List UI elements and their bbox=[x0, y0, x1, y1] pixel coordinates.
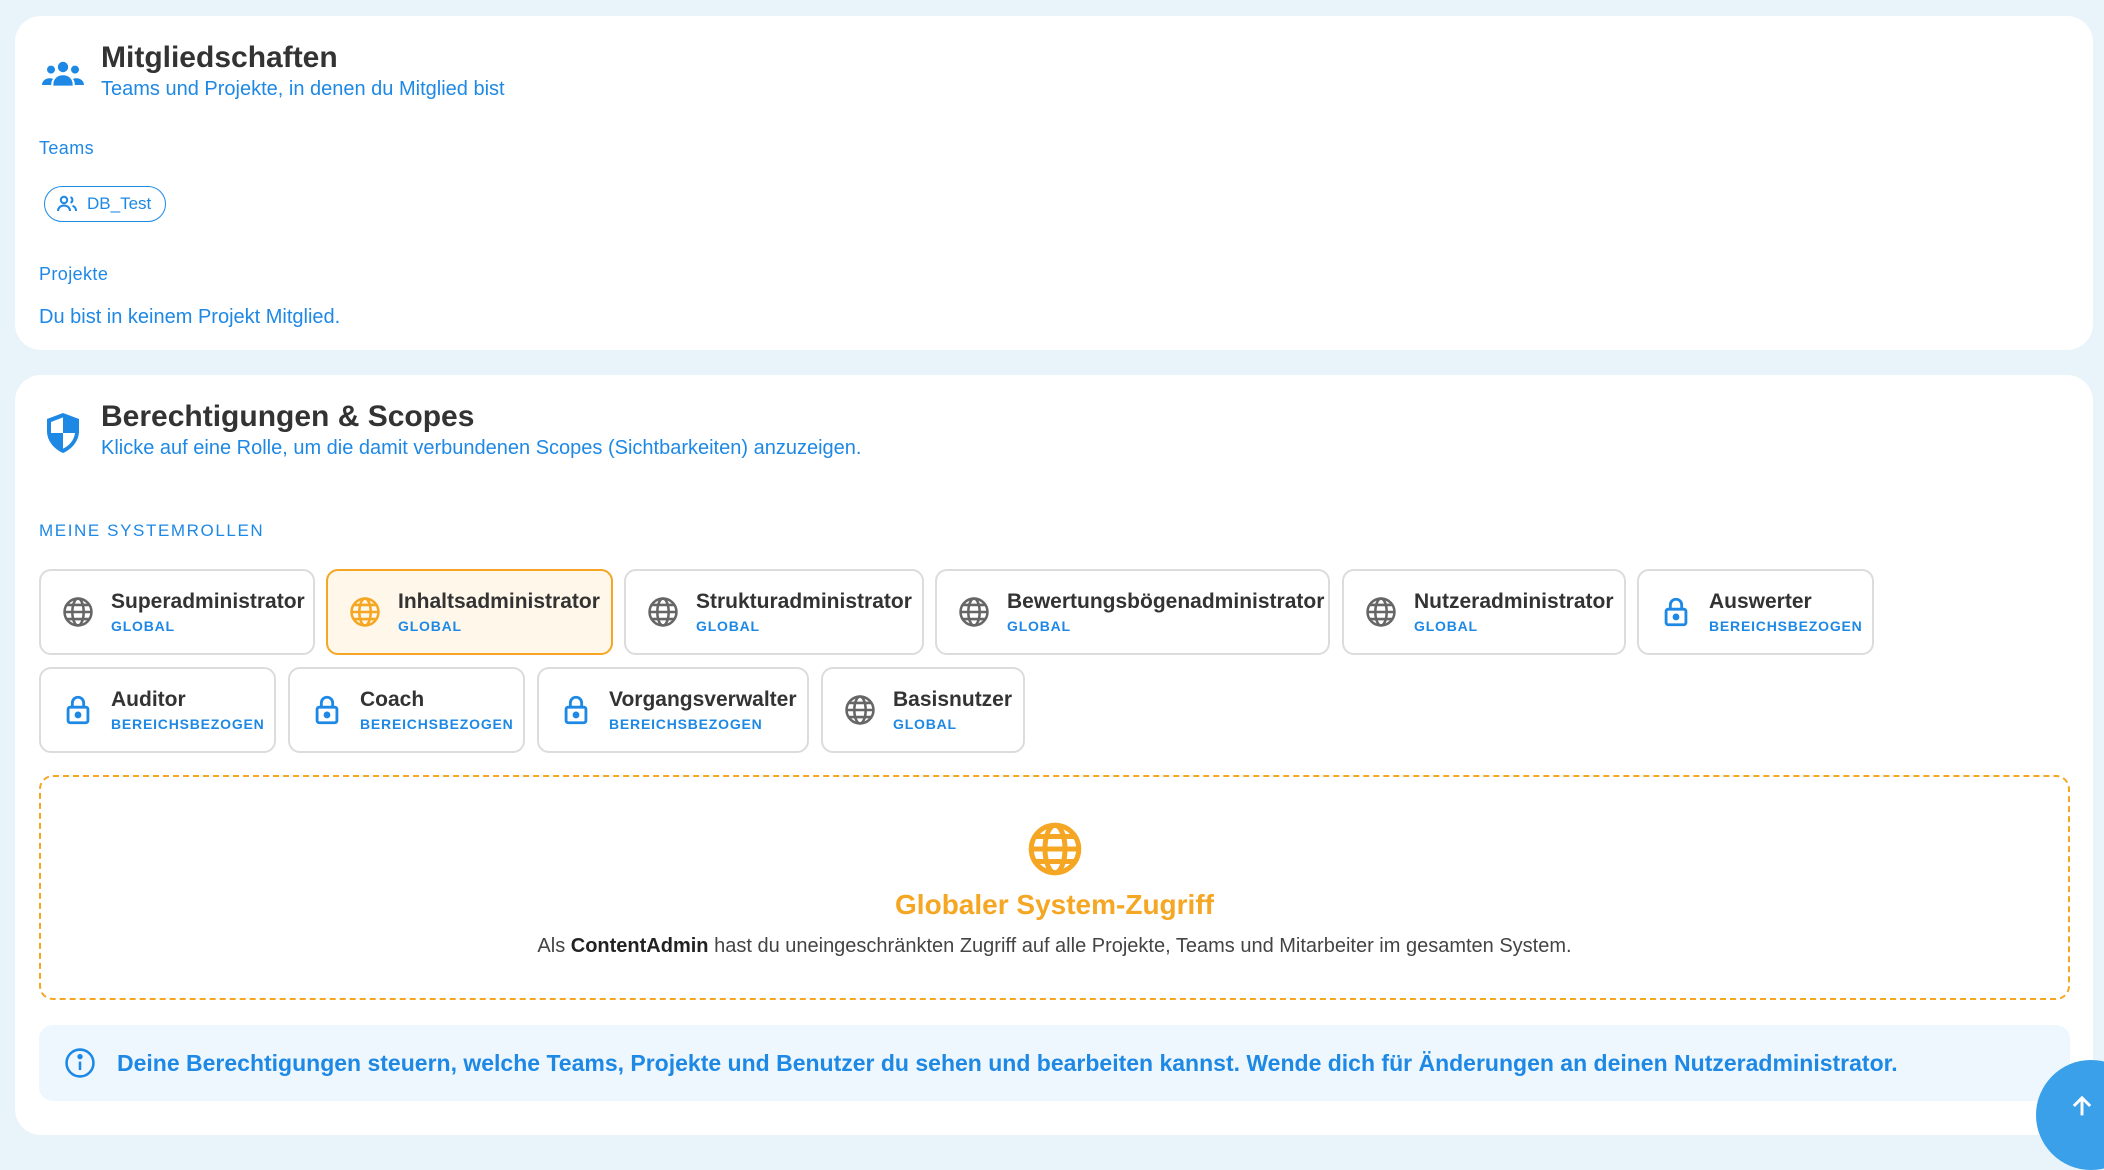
team-chip[interactable]: DB_Test bbox=[44, 186, 167, 222]
role-auswerter[interactable]: Auswerter BEREICHSBEZOGEN bbox=[1637, 569, 1874, 655]
projects-label: Projekte bbox=[39, 264, 109, 284]
role-scope: GLOBAL bbox=[111, 617, 175, 634]
role-scope: GLOBAL bbox=[1414, 617, 1478, 634]
lock-icon bbox=[66, 695, 90, 725]
permissions-title: Berechtigungen & Scopes bbox=[101, 400, 475, 433]
people-icon bbox=[57, 195, 77, 212]
globe-icon bbox=[1366, 597, 1396, 627]
globe-icon bbox=[959, 597, 989, 627]
role-scope: BEREICHSBEZOGEN bbox=[609, 715, 763, 732]
role-name: Vorgangsverwalter bbox=[609, 688, 797, 712]
globe-icon bbox=[1028, 822, 1081, 876]
shield-icon bbox=[47, 413, 79, 453]
role-scope: GLOBAL bbox=[1007, 617, 1071, 634]
arrow-up-icon bbox=[2072, 1095, 2092, 1116]
role-scope: BEREICHSBEZOGEN bbox=[1709, 617, 1863, 634]
role-name: Superadministrator bbox=[111, 590, 305, 614]
role-name: Coach bbox=[360, 688, 425, 712]
role-scope: BEREICHSBEZOGEN bbox=[360, 715, 514, 732]
role-inhaltsadministrator[interactable]: Inhaltsadministrator GLOBAL bbox=[326, 569, 613, 655]
globe-icon bbox=[648, 597, 678, 627]
lock-icon bbox=[564, 695, 588, 725]
role-basisnutzer[interactable]: Basisnutzer GLOBAL bbox=[821, 667, 1025, 753]
system-roles-label: MEINE SYSTEMROLLEN bbox=[39, 521, 265, 540]
role-name: Strukturadministrator bbox=[696, 590, 912, 614]
role-name: Auditor bbox=[111, 688, 186, 712]
role-auditor[interactable]: Auditor BEREICHSBEZOGEN bbox=[39, 667, 276, 753]
info-text: Deine Berechtigungen steuern, welche Tea… bbox=[117, 1049, 1898, 1076]
permissions-subtitle: Klicke auf eine Rolle, um die damit verb… bbox=[101, 437, 862, 459]
info-icon bbox=[65, 1048, 95, 1078]
lock-icon bbox=[1664, 597, 1688, 627]
permissions-card: Berechtigungen & Scopes Klicke auf eine … bbox=[15, 375, 2093, 1135]
lock-icon bbox=[315, 695, 339, 725]
role-bewertungsboegenadministrator[interactable]: Bewertungsbögenadministrator GLOBAL bbox=[935, 569, 1330, 655]
globe-icon bbox=[845, 695, 875, 725]
memberships-card: Mitgliedschaften Teams und Projekte, in … bbox=[15, 16, 2093, 350]
people-group-icon bbox=[42, 61, 84, 86]
global-access-role: ContentAdmin bbox=[570, 935, 709, 957]
no-projects-text: Du bist in keinem Projekt Mitglied. bbox=[39, 306, 341, 328]
role-scope: BEREICHSBEZOGEN bbox=[111, 715, 265, 732]
role-name: Inhaltsadministrator bbox=[398, 590, 600, 614]
memberships-header: Mitgliedschaften Teams und Projekte, in … bbox=[39, 40, 505, 101]
role-name: Basisnutzer bbox=[893, 688, 1013, 712]
role-nutzeradministrator[interactable]: Nutzeradministrator GLOBAL bbox=[1342, 569, 1626, 655]
memberships-subtitle: Teams und Projekte, in denen du Mitglied… bbox=[101, 78, 505, 100]
global-access-text: Als ContentAdmin hast du uneingeschränkt… bbox=[537, 935, 1572, 957]
role-name: Bewertungsbögenadministrator bbox=[1007, 590, 1325, 614]
role-vorgangsverwalter[interactable]: Vorgangsverwalter BEREICHSBEZOGEN bbox=[537, 667, 809, 753]
memberships-title: Mitgliedschaften bbox=[101, 41, 338, 74]
role-scope: GLOBAL bbox=[893, 715, 957, 732]
role-strukturadministrator[interactable]: Strukturadministrator GLOBAL bbox=[624, 569, 924, 655]
permissions-header: Berechtigungen & Scopes Klicke auf eine … bbox=[39, 399, 861, 460]
role-scope: GLOBAL bbox=[696, 617, 760, 634]
globe-icon bbox=[63, 597, 93, 627]
global-access-panel: Globaler System-Zugriff Als ContentAdmin… bbox=[39, 775, 2070, 1000]
role-scope: GLOBAL bbox=[398, 617, 462, 634]
role-coach[interactable]: Coach BEREICHSBEZOGEN bbox=[288, 667, 525, 753]
team-chip-label: DB_Test bbox=[87, 194, 152, 213]
role-superadministrator[interactable]: Superadministrator GLOBAL bbox=[39, 569, 315, 655]
teams-label: Teams bbox=[39, 138, 95, 158]
role-name: Nutzeradministrator bbox=[1414, 590, 1614, 614]
globe-icon bbox=[350, 597, 380, 627]
role-name: Auswerter bbox=[1709, 590, 1812, 614]
global-access-title: Globaler System-Zugriff bbox=[895, 889, 1214, 920]
info-banner: Deine Berechtigungen steuern, welche Tea… bbox=[39, 1025, 2070, 1101]
